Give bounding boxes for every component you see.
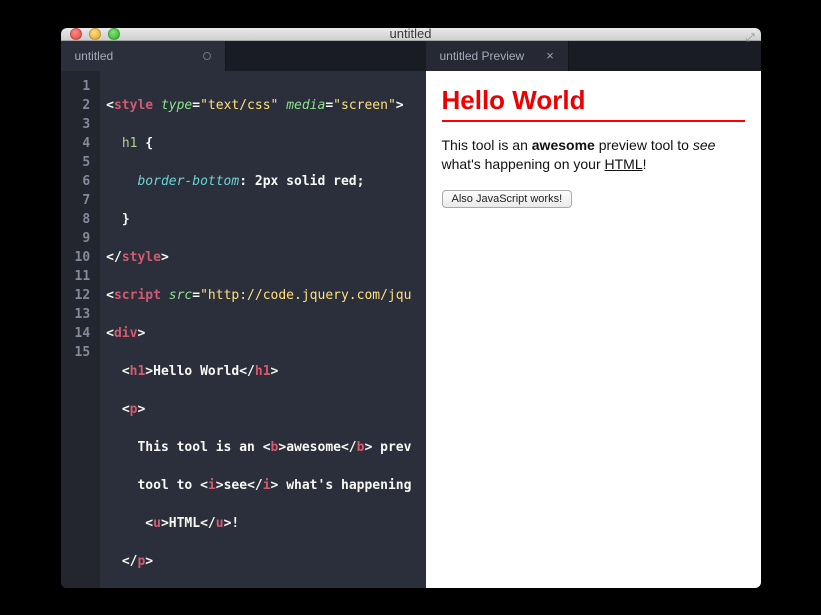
modified-dot-icon	[203, 52, 211, 60]
preview-heading: Hello World	[442, 85, 745, 122]
body-area: untitled untitled Preview × 1 2 3	[61, 41, 761, 588]
tab-editor[interactable]: untitled	[61, 41, 227, 71]
panes: 1 2 3 4 5 6 7 8 9 10 11 12 13 14 15 <sty…	[61, 71, 761, 588]
tab-preview[interactable]: untitled Preview ×	[426, 41, 569, 71]
preview-tab-group: untitled Preview ×	[426, 41, 761, 71]
tab-pad	[569, 41, 761, 71]
tab-pad	[226, 41, 425, 71]
code-editor[interactable]: 1 2 3 4 5 6 7 8 9 10 11 12 13 14 15 <sty…	[61, 71, 426, 588]
close-icon[interactable]: ×	[546, 49, 554, 62]
tab-label: untitled	[75, 49, 114, 63]
tab-bar: untitled untitled Preview ×	[61, 41, 761, 71]
gutter: 1 2 3 4 5 6 7 8 9 10 11 12 13 14 15	[61, 71, 101, 588]
editor-tab-group: untitled	[61, 41, 426, 71]
preview-js-button[interactable]: Also JavaScript works!	[442, 190, 573, 208]
tab-label: untitled Preview	[440, 49, 525, 63]
code-area[interactable]: <style type="text/css" media="screen"> h…	[100, 71, 425, 588]
preview-paragraph: This tool is an awesome preview tool to …	[442, 136, 745, 175]
window-title: untitled	[61, 28, 761, 42]
fullscreen-icon[interactable]: ⤢	[746, 32, 755, 45]
preview-pane: Hello World This tool is an awesome prev…	[426, 71, 761, 588]
app-window: untitled ⤢ untitled untitled Preview ×	[61, 28, 761, 588]
titlebar[interactable]: untitled ⤢	[61, 28, 761, 41]
